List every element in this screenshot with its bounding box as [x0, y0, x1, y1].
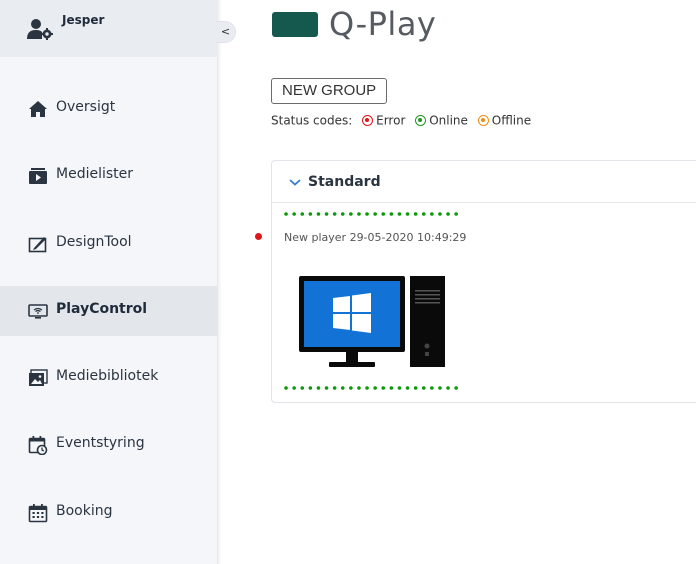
chevron-down-icon[interactable] [288, 177, 302, 187]
offline-status-icon [477, 115, 489, 126]
status-codes-label: Status codes: [271, 113, 353, 128]
sidebar-item-designtool[interactable]: DesignTool [0, 219, 218, 269]
windows-pc-icon[interactable] [299, 276, 447, 371]
new-group-button[interactable]: NEW GROUP [271, 78, 388, 104]
player-status-dot [255, 233, 262, 240]
player-name[interactable]: New player 29-05-2020 10:49:29 [284, 231, 466, 244]
user-profile[interactable]: Jesper [0, 0, 218, 57]
player-border-bottom [284, 386, 464, 390]
sidebar-item-label: Eventstyring [56, 435, 145, 451]
sidebar-shadow [218, 0, 222, 564]
error-status-icon [362, 115, 374, 126]
sidebar-collapse-button[interactable]: < [216, 21, 236, 43]
sidebar-item-oversigt[interactable]: Oversigt [0, 84, 218, 134]
player-group-card: Standard New player 29-05-2020 10:49:29 [271, 160, 696, 403]
group-title: Standard [308, 174, 381, 190]
sidebar-item-label: Mediebibliotek [56, 368, 159, 384]
sidebar-item-label: Oversigt [56, 99, 116, 115]
sidebar-item-medielister[interactable]: Medielister [0, 151, 218, 201]
booking-calendar-icon [28, 504, 48, 523]
sidebar-item-booking[interactable]: Booking [0, 488, 218, 538]
media-library-icon [29, 369, 48, 386]
user-gear-icon [27, 19, 53, 40]
status-code-offline: Offline [491, 113, 532, 128]
play-control-icon [28, 304, 48, 319]
page-title: Q-Play [329, 5, 437, 43]
sidebar-item-label: DesignTool [56, 234, 132, 250]
playlist-icon [29, 168, 47, 184]
online-status-icon [415, 115, 427, 126]
home-icon [29, 101, 47, 117]
status-code-error: Error [376, 113, 406, 128]
sidebar: Jesper Oversigt Medielister DesignTool P… [0, 0, 218, 564]
user-name: Jesper [62, 13, 105, 27]
status-code-online: Online [429, 113, 468, 128]
group-header[interactable]: Standard [272, 161, 696, 203]
design-tool-icon [28, 237, 47, 253]
player-border-top [284, 212, 464, 216]
app-logo [272, 12, 318, 37]
sidebar-item-playcontrol[interactable]: PlayControl [0, 286, 218, 336]
sidebar-item-label: Medielister [56, 166, 134, 182]
sidebar-item-label: Booking [56, 503, 113, 519]
event-calendar-icon [28, 436, 48, 455]
sidebar-item-label: PlayControl [56, 301, 148, 317]
sidebar-item-mediebibliotek[interactable]: Mediebibliotek [0, 353, 218, 403]
status-codes-legend: Status codes: Error Online Offline [271, 113, 531, 128]
sidebar-item-eventstyring[interactable]: Eventstyring [0, 420, 218, 470]
